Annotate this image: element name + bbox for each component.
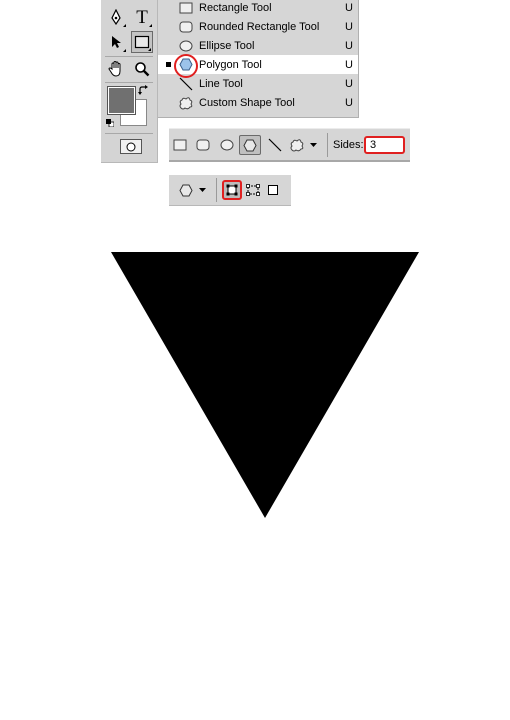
shape-mode-bar: [169, 175, 291, 206]
menu-item-label: Rectangle Tool: [199, 1, 272, 14]
path-selection-icon: [112, 36, 121, 48]
line-icon: [268, 138, 282, 152]
toolbox-divider: [105, 82, 153, 83]
ellipse-icon: [178, 38, 194, 53]
paths-mode-button[interactable]: [243, 180, 263, 200]
foreground-color-swatch[interactable]: [107, 86, 136, 115]
menu-item-label: Polygon Tool: [199, 58, 262, 71]
menu-item-rounded-rectangle-tool[interactable]: Rounded Rectangle Tool U: [158, 17, 358, 36]
options-divider: [327, 133, 328, 157]
triangle-shape: [111, 252, 419, 518]
menu-item-shortcut: U: [345, 39, 353, 52]
shape-preset-picker[interactable]: [174, 180, 210, 200]
mode-divider: [216, 178, 217, 202]
menu-item-shortcut: U: [345, 58, 353, 71]
type-icon: T: [136, 6, 148, 28]
rounded-rectangle-icon: [178, 19, 194, 34]
pen-icon: [111, 9, 121, 25]
menu-item-custom-shape-tool[interactable]: Custom Shape Tool U: [158, 93, 358, 112]
sides-input[interactable]: [364, 136, 405, 154]
shape-layers-icon: [226, 184, 238, 196]
zoom-icon: [135, 62, 150, 77]
sides-label: Sides:: [333, 139, 364, 151]
shape-layers-mode-button[interactable]: [222, 180, 242, 200]
fill-pixels-icon: [268, 185, 278, 195]
shape-options-bar: Sides:: [169, 128, 410, 162]
swap-colors-icon[interactable]: [138, 85, 149, 96]
line-shape-button[interactable]: [264, 135, 286, 155]
shape-icon: [134, 35, 150, 49]
toolbox-divider: [105, 56, 153, 57]
chevron-down-icon: [198, 187, 206, 192]
path-selection-tool[interactable]: [105, 31, 127, 53]
fill-pixels-mode-button[interactable]: [263, 180, 283, 200]
quick-mask-button[interactable]: [120, 139, 142, 154]
chevron-down-icon: [310, 142, 317, 147]
zoom-tool[interactable]: [131, 58, 153, 80]
hand-icon: [108, 60, 121, 77]
custom-shape-icon: [290, 139, 304, 152]
canvas-triangle-shape[interactable]: [111, 252, 419, 518]
ellipse-icon: [220, 139, 234, 151]
rectangle-shape-button[interactable]: [169, 135, 191, 155]
paths-icon: [246, 184, 260, 196]
polygon-icon: [178, 184, 193, 196]
polygon-shape-button[interactable]: [239, 135, 261, 155]
toolbox-divider: [105, 133, 153, 134]
line-icon: [178, 76, 194, 91]
rounded-rectangle-icon: [196, 139, 210, 151]
selected-check-icon: [166, 62, 171, 67]
toolbox-panel: T: [101, 0, 158, 163]
menu-item-shortcut: U: [345, 20, 353, 33]
menu-item-shortcut: U: [345, 77, 353, 90]
polygon-icon: [243, 139, 257, 151]
rectangle-icon: [178, 0, 194, 15]
custom-shape-icon: [178, 95, 194, 110]
menu-item-label: Line Tool: [199, 77, 243, 90]
menu-item-shortcut: U: [345, 1, 353, 14]
polygon-tool-highlight-circle: [174, 54, 198, 78]
shape-tool[interactable]: [131, 31, 153, 53]
menu-item-label: Ellipse Tool: [199, 39, 255, 52]
menu-item-label: Rounded Rectangle Tool: [199, 20, 320, 33]
custom-shape-button[interactable]: [287, 135, 319, 155]
menu-item-label: Custom Shape Tool: [199, 96, 295, 109]
type-tool[interactable]: T: [131, 6, 153, 28]
menu-item-rectangle-tool[interactable]: Rectangle Tool U: [158, 0, 358, 17]
rectangle-icon: [173, 139, 187, 151]
hand-tool[interactable]: [105, 58, 127, 80]
rounded-rectangle-shape-button[interactable]: [192, 135, 214, 155]
default-colors-icon[interactable]: [106, 119, 114, 127]
menu-item-shortcut: U: [345, 96, 353, 109]
menu-item-ellipse-tool[interactable]: Ellipse Tool U: [158, 36, 358, 55]
quick-mask-icon: [126, 142, 136, 151]
ellipse-shape-button[interactable]: [216, 135, 238, 155]
pen-tool[interactable]: [105, 6, 127, 28]
